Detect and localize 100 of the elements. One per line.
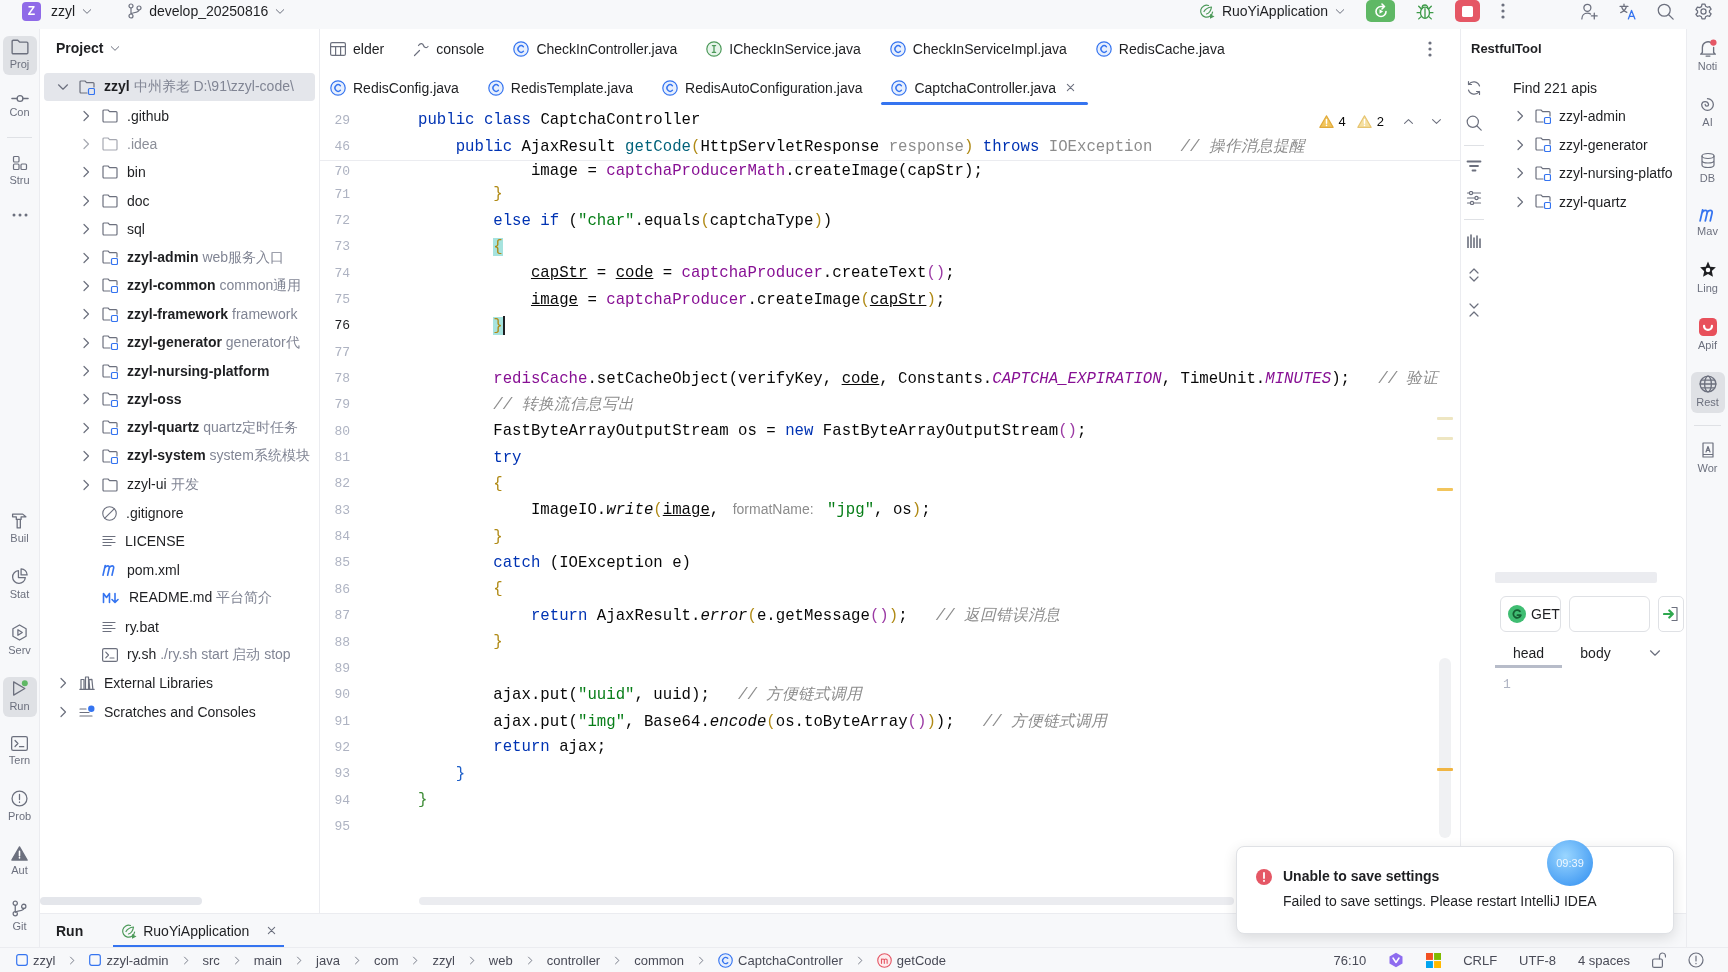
tool-window-button[interactable]: Wor	[1690, 438, 1725, 479]
settings-icon[interactable]	[1695, 2, 1712, 20]
tree-item[interactable]: zzyl-common common通用	[67, 271, 310, 301]
chevron-right-icon[interactable]	[82, 450, 90, 463]
tool-window-button[interactable]: DB	[1690, 149, 1725, 189]
workspace-selector[interactable]: zzyl	[51, 0, 93, 22]
tool-window-button[interactable]: Mav	[1690, 205, 1725, 242]
chevron-right-icon[interactable]	[82, 393, 90, 406]
breadcrumb-item[interactable]: CaptchaController	[738, 952, 843, 968]
editor-tab[interactable]: CheckInServiceImpl.java	[879, 29, 1080, 68]
caret-position[interactable]: 76:10	[1333, 952, 1367, 968]
breadcrumb-item[interactable]: zzyl	[33, 952, 56, 968]
tree-item[interactable]: zzyl-nursing-platform	[67, 356, 278, 386]
editor-tab[interactable]: CaptchaController.java	[881, 68, 1089, 107]
breadcrumb-item[interactable]: zzyl-admin	[106, 952, 169, 968]
breadcrumb-item[interactable]: controller	[546, 952, 601, 968]
search-icon[interactable]	[1466, 115, 1482, 131]
tool-window-button[interactable]: Prob	[2, 787, 37, 827]
editor-tab[interactable]: RedisConfig.java	[320, 68, 472, 107]
chevron-up-icon[interactable]	[1403, 118, 1414, 125]
chevron-right-icon[interactable]	[82, 478, 90, 491]
indent-setting[interactable]: 4 spaces	[1577, 952, 1630, 968]
breadcrumb-item[interactable]: getCode	[896, 952, 946, 968]
search-icon[interactable]	[1657, 2, 1674, 20]
editor-tab[interactable]: CheckInController.java	[503, 29, 691, 68]
tree-item[interactable]: ry.bat	[67, 612, 167, 641]
breadcrumb-item[interactable]: web	[488, 952, 513, 968]
more-icon[interactable]	[1428, 40, 1432, 57]
sliders-icon[interactable]	[1466, 191, 1482, 205]
tree-item[interactable]: LICENSE	[67, 527, 193, 556]
send-button[interactable]	[1658, 596, 1684, 632]
chevron-right-icon[interactable]	[82, 166, 90, 179]
tree-item[interactable]: pom.xml	[67, 555, 188, 585]
tree-item[interactable]: zzyl-ui 开发	[67, 470, 207, 499]
tree-item[interactable]: zzyl-nursing-platfo	[1487, 159, 1675, 188]
chevron-right-icon[interactable]	[82, 365, 90, 378]
tree-item[interactable]: External Libraries	[44, 669, 221, 698]
breadcrumb-item[interactable]: zzyl	[432, 952, 455, 968]
scrollbar-thumb[interactable]	[419, 897, 1234, 905]
collapse-icon[interactable]	[1468, 302, 1480, 318]
tree-item[interactable]: zzyl-generator generator代	[67, 328, 308, 357]
scrollbar-thumb[interactable]	[40, 897, 202, 905]
line-separator[interactable]: CRLF	[1463, 952, 1498, 968]
tree-item[interactable]: bin	[67, 158, 154, 187]
plugin-status-icon[interactable]	[1388, 952, 1405, 968]
editor-tab[interactable]: RedisTemplate.java	[477, 68, 646, 107]
tree-item[interactable]: ry.sh ./ry.sh start 启动 stop	[67, 640, 299, 670]
tool-window-button[interactable]: Tern	[2, 733, 37, 771]
warning-count[interactable]: 4	[1338, 114, 1346, 129]
tree-item[interactable]: zzyl-quartz quartz定时任务	[67, 413, 307, 443]
close-icon[interactable]	[267, 926, 277, 935]
chevron-down-icon[interactable]	[1431, 118, 1442, 125]
tool-window-button[interactable]: Buil	[2, 509, 37, 549]
chevron-right-icon[interactable]	[82, 421, 90, 434]
chevron-right-icon[interactable]	[1516, 167, 1524, 180]
tree-item[interactable]: zzyl-system system系统模块	[67, 442, 318, 471]
tool-window-button[interactable]: Aut	[2, 843, 37, 881]
tree-item[interactable]: zzyl 中州养老 D:\91\zzyl-code\	[44, 73, 315, 102]
tree-item[interactable]: zzyl-framework framework	[67, 300, 306, 329]
refresh-icon[interactable]	[1466, 80, 1482, 96]
run-tab[interactable]: RuoYiApplication	[113, 914, 285, 947]
tool-window-button[interactable]: AI	[1690, 93, 1725, 133]
breadcrumb-item[interactable]: com	[373, 952, 399, 968]
url-field[interactable]	[1569, 596, 1650, 632]
scrollbar-thumb[interactable]	[1439, 658, 1451, 838]
tree-item[interactable]: README.md 平台简介	[67, 584, 281, 613]
stop-button[interactable]	[1455, 0, 1480, 22]
warning-count[interactable]: 2	[1376, 114, 1384, 129]
tool-window-button[interactable]: Git	[2, 897, 37, 937]
breadcrumb-item[interactable]: common	[634, 952, 685, 968]
add-user-icon[interactable]	[1581, 2, 1598, 20]
chevron-right-icon[interactable]	[82, 223, 90, 236]
run-configuration-selector[interactable]: RuoYiApplication	[1198, 0, 1345, 22]
chevron-right-icon[interactable]	[1516, 195, 1524, 208]
chevron-right-icon[interactable]	[82, 308, 90, 321]
chevron-right-icon[interactable]	[82, 137, 90, 150]
tree-item[interactable]: .gitignore	[67, 498, 192, 528]
tree-item[interactable]: zzyl-generator	[1487, 130, 1650, 159]
bar-chart-icon[interactable]	[1466, 234, 1482, 248]
chevron-down-icon[interactable]	[1649, 649, 1661, 657]
chevron-right-icon[interactable]	[82, 194, 90, 207]
tool-window-button[interactable]: Stru	[2, 152, 37, 191]
tool-window-button[interactable]: Proj	[2, 36, 37, 75]
chevron-right-icon[interactable]	[1516, 110, 1524, 123]
run-button[interactable]	[1366, 0, 1395, 22]
tool-window-button[interactable]: Noti	[1690, 36, 1725, 77]
tree-item[interactable]: zzyl-admin	[1487, 102, 1628, 131]
chevron-right-icon[interactable]	[82, 109, 90, 122]
breadcrumb-item[interactable]: main	[253, 952, 283, 968]
close-icon[interactable]	[1066, 83, 1076, 92]
file-encoding[interactable]: UTF-8	[1519, 952, 1556, 968]
branch-selector[interactable]: develop_20250816	[128, 0, 286, 22]
translate-icon[interactable]	[1619, 2, 1636, 20]
tool-window-button[interactable]: Ling	[1690, 258, 1725, 299]
tool-window-button[interactable]: Rest	[1690, 372, 1725, 413]
chevron-right-icon[interactable]	[59, 677, 67, 690]
tool-window-button[interactable]: Serv	[2, 621, 37, 661]
chevron-right-icon[interactable]	[82, 336, 90, 349]
tree-item[interactable]: .github	[67, 101, 178, 130]
tree-item[interactable]: zzyl-quartz	[1487, 187, 1629, 216]
